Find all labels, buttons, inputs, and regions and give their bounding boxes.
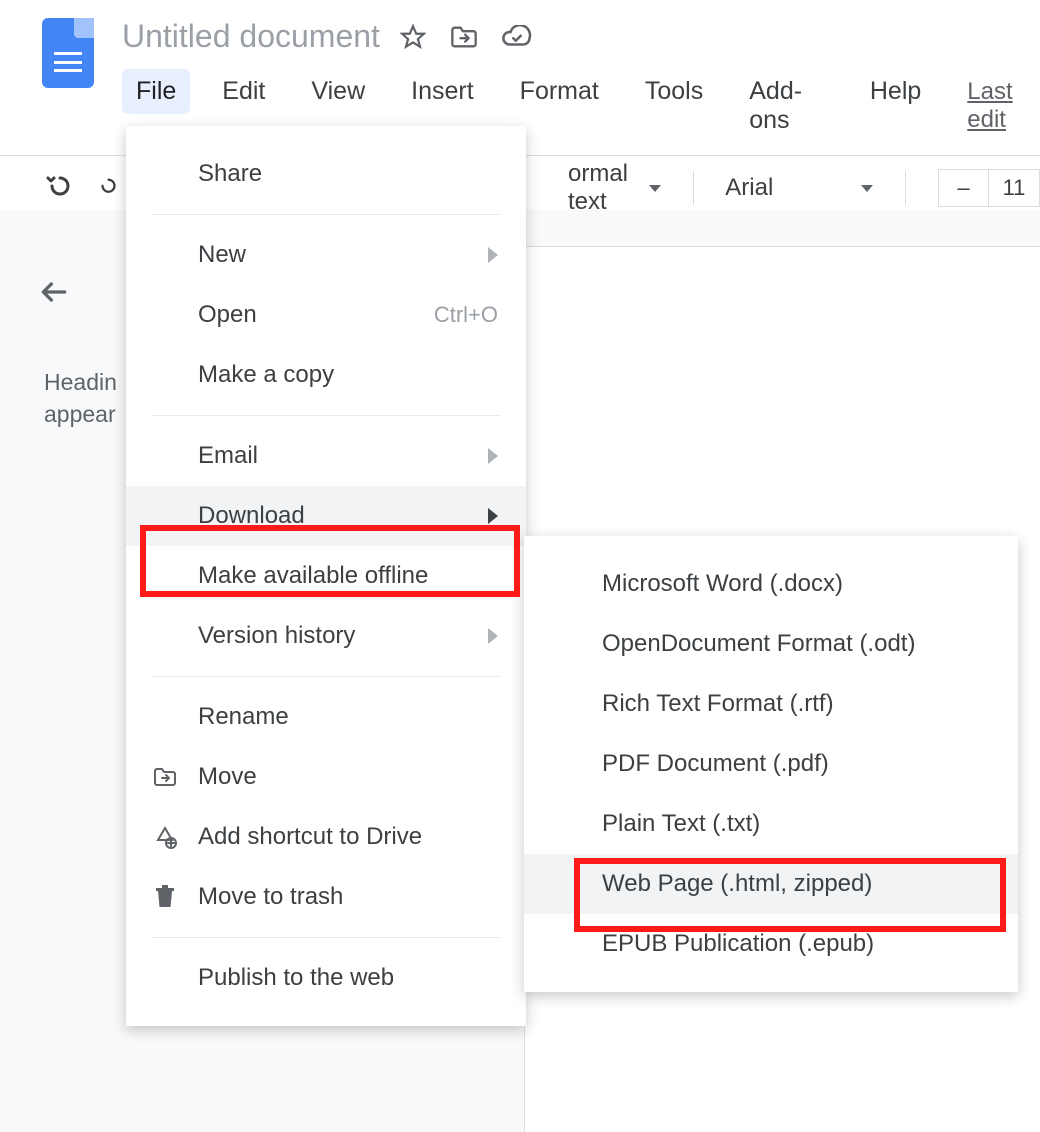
chevron-down-icon [649,185,661,192]
font-size-value[interactable]: 11 [989,170,1039,206]
file-make-available-offline[interactable]: Make available offline [126,546,526,606]
cloud-status-icon[interactable] [502,25,532,49]
toolbar-separator [693,171,694,205]
file-download[interactable]: Download [126,486,526,546]
outline-collapse-icon[interactable] [38,276,70,314]
move-folder-icon [152,767,178,787]
menu-file[interactable]: File [122,69,190,114]
docs-logo-icon[interactable] [42,18,94,88]
file-add-shortcut-to-drive[interactable]: Add shortcut to Drive [126,807,526,867]
outline-placeholder: Headin appear [44,366,117,430]
download-pdf[interactable]: PDF Document (.pdf) [524,734,1018,794]
file-email[interactable]: Email [126,426,526,486]
decrease-font-size[interactable]: – [939,170,989,206]
download-submenu: Microsoft Word (.docx) OpenDocument Form… [524,536,1018,992]
trash-icon [152,885,178,909]
file-new[interactable]: New [126,225,526,285]
undo-icon[interactable] [44,173,72,204]
download-txt[interactable]: Plain Text (.txt) [524,794,1018,854]
chevron-right-icon [488,448,498,464]
download-epub[interactable]: EPUB Publication (.epub) [524,914,1018,974]
font-size-stepper[interactable]: – 11 [938,169,1040,207]
move-to-folder-icon[interactable] [450,25,478,49]
file-make-a-copy[interactable]: Make a copy [126,345,526,405]
redo-icon[interactable] [98,173,116,204]
file-share[interactable]: Share [126,144,526,204]
file-menu-dropdown: Share New Open Ctrl+O Make a copy Email … [126,126,526,1026]
menu-tools[interactable]: Tools [631,69,717,114]
star-icon[interactable] [400,24,426,50]
paragraph-style-dropdown[interactable]: ormal text [568,160,661,216]
menu-format[interactable]: Format [506,69,613,114]
download-rtf[interactable]: Rich Text Format (.rtf) [524,674,1018,734]
chevron-right-icon [488,247,498,263]
chevron-right-icon [488,628,498,644]
file-open[interactable]: Open Ctrl+O [126,285,526,345]
menu-insert[interactable]: Insert [397,69,488,114]
add-shortcut-icon [152,825,178,849]
last-edit-link[interactable]: Last edit [953,70,1040,142]
document-title[interactable]: Untitled document [122,18,380,55]
file-move-to-trash[interactable]: Move to trash [126,867,526,927]
menu-addons[interactable]: Add-ons [735,69,838,143]
download-docx[interactable]: Microsoft Word (.docx) [524,554,1018,614]
chevron-down-icon [861,185,873,192]
file-rename[interactable]: Rename [126,687,526,747]
paragraph-style-label: ormal text [568,160,635,216]
menu-view[interactable]: View [297,69,379,114]
file-publish-to-the-web[interactable]: Publish to the web [126,948,526,1008]
toolbar-separator [905,171,906,205]
menu-edit[interactable]: Edit [208,69,279,114]
download-odt[interactable]: OpenDocument Format (.odt) [524,614,1018,674]
font-label: Arial [725,174,773,202]
menu-help[interactable]: Help [856,69,935,114]
chevron-right-icon [488,508,498,524]
download-html-zipped[interactable]: Web Page (.html, zipped) [524,854,1018,914]
file-move[interactable]: Move [126,747,526,807]
file-version-history[interactable]: Version history [126,606,526,666]
font-dropdown[interactable]: Arial [725,174,873,202]
